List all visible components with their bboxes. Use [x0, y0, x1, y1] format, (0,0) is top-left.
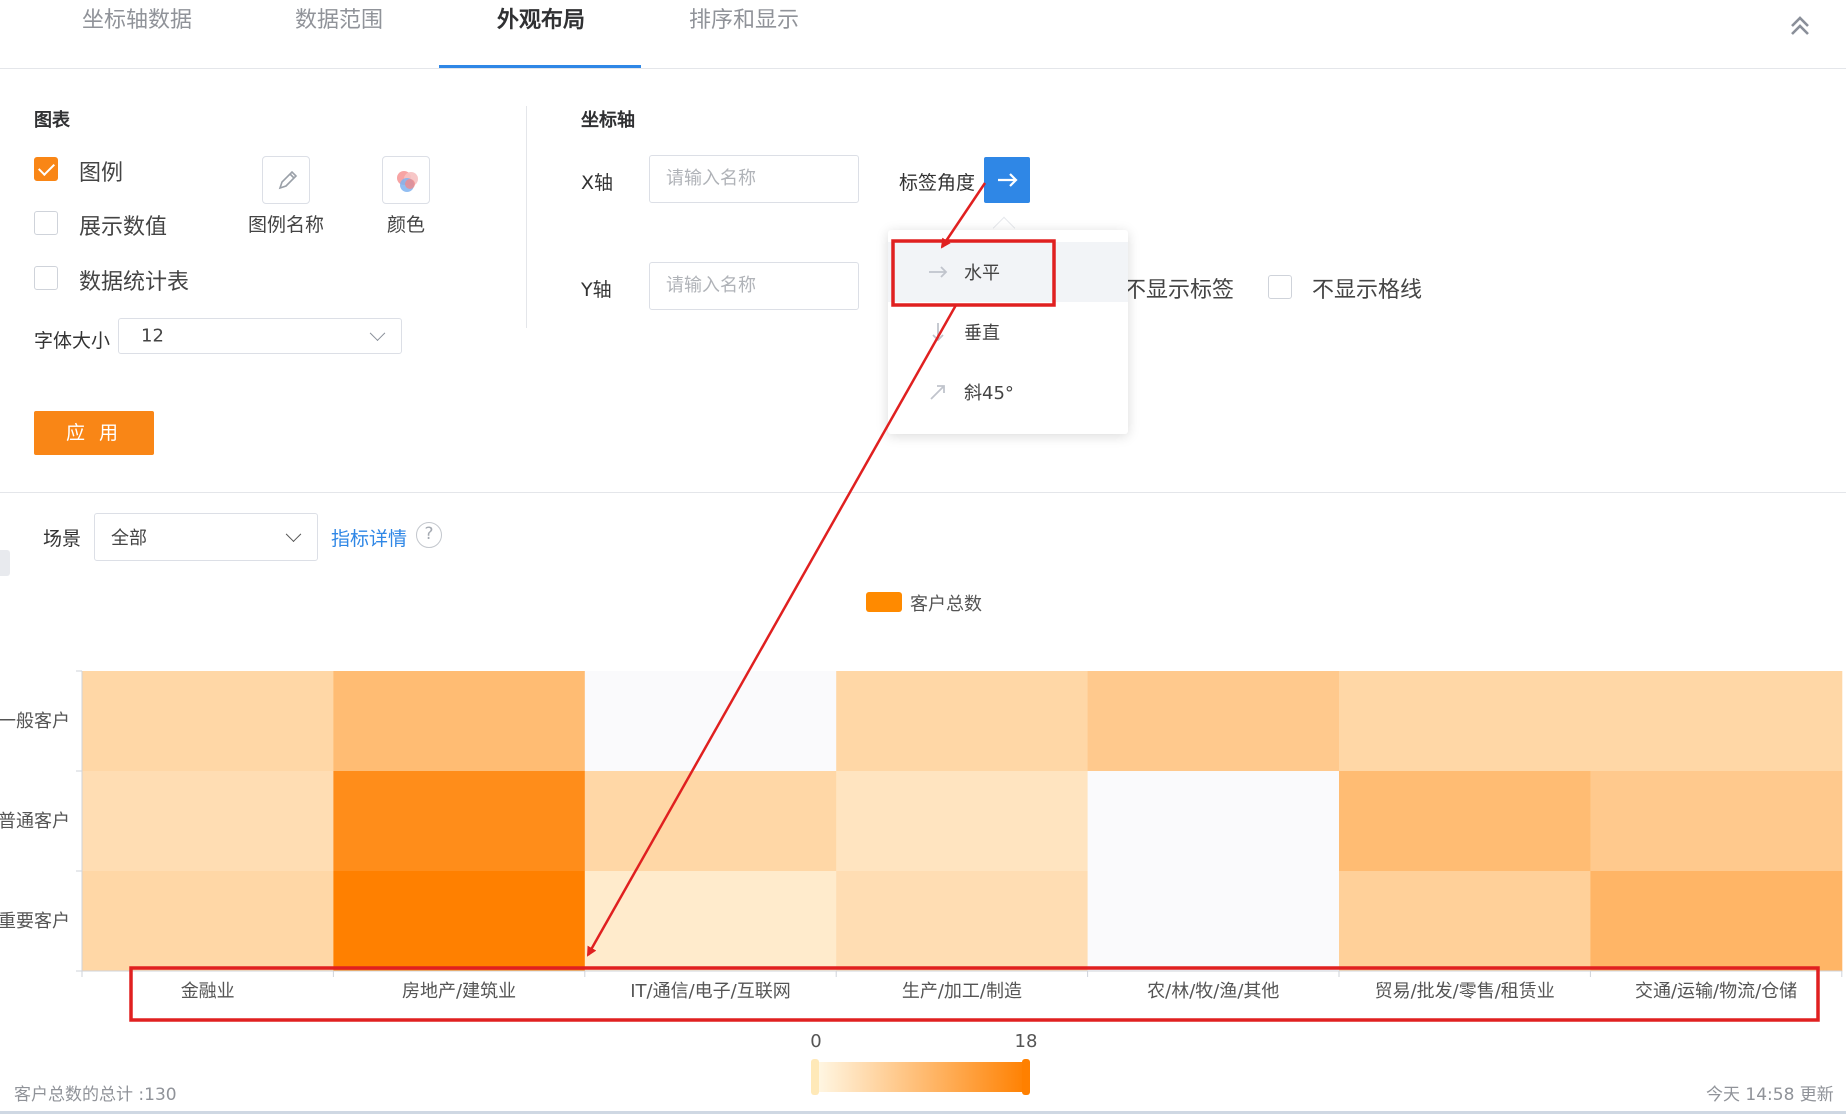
angle-option-label: 水平	[964, 263, 1000, 284]
chart-section-title: 图表	[34, 110, 70, 131]
heatmap-cell[interactable]	[1339, 771, 1591, 872]
panel-divider	[526, 106, 527, 328]
angle-option-horizontal[interactable]: 水平	[888, 242, 1128, 302]
label-angle-label: 标签角度	[899, 172, 976, 194]
x-tick-label: 交通/运输/物流/仓储	[1635, 981, 1797, 1002]
label-angle-button[interactable]	[984, 157, 1030, 203]
active-tab-indicator	[439, 65, 641, 68]
x-axis-name-input[interactable]: 请输入名称	[649, 155, 859, 203]
color-scale-bar	[815, 1062, 1027, 1092]
heatmap-cell[interactable]	[1339, 871, 1591, 972]
label-angle-dropdown: 水平 垂直 斜45°	[888, 230, 1128, 434]
color-scale-max-label: 18	[1015, 1031, 1038, 1052]
scene-value: 全部	[111, 528, 147, 549]
show-values-label: 展示数值	[79, 215, 168, 240]
heatmap-cell[interactable]	[1087, 871, 1340, 972]
font-size-select[interactable]: 12	[118, 318, 402, 354]
apply-button[interactable]: 应 用	[34, 411, 154, 455]
x-tick-label: 农/林/牧/渔/其他	[1147, 981, 1279, 1002]
heatmap-cell[interactable]	[836, 771, 1089, 872]
hide-labels-label: 不显示标签	[1124, 278, 1235, 303]
legend-series-label: 客户总数	[910, 594, 982, 615]
hide-gridlines-checkbox[interactable]	[1268, 275, 1292, 299]
tab-sort-display[interactable]: 排序和显示	[689, 6, 799, 36]
heatmap-cell[interactable]	[836, 871, 1089, 972]
heatmap-cell[interactable]	[584, 771, 837, 872]
tab-data-range[interactable]: 数据范围	[295, 6, 383, 36]
heatmap-cell[interactable]	[1590, 671, 1843, 772]
indicator-detail-link[interactable]: 指标详情	[331, 524, 407, 551]
x-tick-label: IT/通信/电子/互联网	[630, 981, 791, 1002]
stats-table-checkbox[interactable]	[34, 266, 58, 290]
heatmap-cell[interactable]	[1087, 771, 1340, 872]
y-tick-label: 重要客户	[0, 911, 70, 932]
x-tick-label: 金融业	[181, 981, 235, 1002]
scene-label: 场景	[43, 528, 82, 550]
heatmap-cell[interactable]	[333, 671, 586, 772]
font-size-label: 字体大小	[34, 330, 111, 352]
help-icon[interactable]: ?	[416, 522, 442, 548]
hide-gridlines-label: 不显示格线	[1312, 278, 1423, 303]
chevron-down-icon	[285, 526, 302, 543]
y-axis-label: Y轴	[581, 279, 612, 301]
color-scale-min-label: 0	[810, 1031, 821, 1052]
arrow-up-right-icon	[930, 385, 945, 400]
chevron-down-icon	[369, 325, 386, 342]
heatmap-cell[interactable]	[82, 671, 334, 772]
heatmap-cell[interactable]	[584, 871, 837, 972]
angle-option-vertical[interactable]: 垂直	[888, 302, 1128, 362]
heatmap-cell[interactable]	[836, 671, 1089, 772]
arrow-right-icon	[998, 173, 1018, 187]
angle-option-diagonal[interactable]: 斜45°	[888, 362, 1128, 422]
color-label: 颜色	[386, 214, 425, 236]
arrow-down-icon	[932, 323, 944, 342]
angle-option-label: 垂直	[964, 323, 1000, 344]
legend-swatch[interactable]	[866, 592, 902, 612]
tab-axis-data[interactable]: 坐标轴数据	[82, 6, 192, 36]
update-time: 今天 14:58 更新	[1706, 1085, 1834, 1105]
angle-option-label: 斜45°	[964, 383, 1014, 404]
show-values-checkbox[interactable]	[34, 211, 58, 235]
legend-name-button[interactable]	[262, 156, 310, 204]
x-tick-label: 生产/加工/制造	[902, 981, 1022, 1002]
heatmap-cell[interactable]	[1590, 771, 1843, 872]
font-size-value: 12	[141, 325, 164, 347]
tab-bar: 坐标轴数据 数据范围 外观布局 排序和显示	[0, 0, 1846, 69]
tab-appearance-layout[interactable]: 外观布局	[497, 6, 585, 36]
color-scale-max-handle[interactable]	[1022, 1059, 1030, 1095]
x-tick-label: 房地产/建筑业	[402, 981, 516, 1002]
total-summary: 客户总数的总计 :130	[14, 1085, 177, 1105]
side-panel-handle[interactable]	[0, 550, 10, 576]
color-scale-min-handle[interactable]	[811, 1059, 819, 1095]
heatmap-cell[interactable]	[1590, 871, 1843, 972]
section-divider	[0, 492, 1846, 493]
y-tick-label: 普通客户	[0, 811, 70, 832]
arrow-right-icon	[929, 266, 948, 278]
color-button[interactable]	[382, 156, 430, 204]
pencil-icon	[278, 170, 298, 190]
heatmap-cell[interactable]	[333, 771, 586, 872]
y-tick-label: 一般客户	[0, 711, 70, 732]
heatmap-cell[interactable]	[1087, 671, 1340, 772]
heatmap-chart: 一般客户普通客户重要客户金融业 房地产/建筑业 IT/通信/电子/互联网 生产/加工/…	[0, 670, 1843, 1095]
heatmap-cell[interactable]	[1339, 671, 1591, 772]
scene-select[interactable]: 全部	[94, 513, 318, 561]
y-axis-name-input[interactable]: 请输入名称	[649, 262, 859, 310]
double-chevron-up-icon[interactable]	[1786, 12, 1814, 40]
palette-icon	[397, 171, 418, 192]
legend-name-label: 图例名称	[247, 214, 324, 236]
heatmap-cell[interactable]	[333, 871, 586, 972]
heatmap-cell[interactable]	[584, 671, 837, 772]
x-axis-label: X轴	[581, 172, 614, 194]
heatmap-cell[interactable]	[82, 771, 334, 872]
x-tick-label: 贸易/批发/零售/租赁业	[1375, 981, 1555, 1002]
axis-section-title: 坐标轴	[581, 110, 635, 131]
legend-checkbox-label: 图例	[79, 161, 124, 186]
heatmap-cell[interactable]	[82, 871, 334, 972]
legend-checkbox[interactable]	[34, 157, 58, 181]
stats-table-label: 数据统计表	[79, 270, 190, 295]
